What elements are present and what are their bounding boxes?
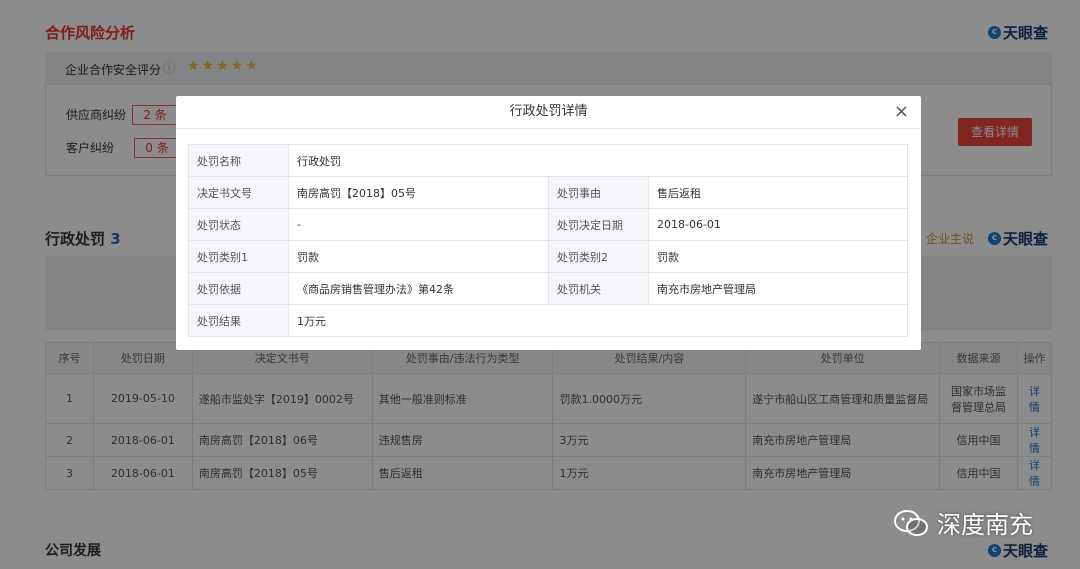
- detail-key: 处罚类别2: [548, 240, 649, 273]
- detail-value: 1万元: [288, 304, 908, 337]
- detail-key: 处罚决定日期: [548, 208, 649, 241]
- detail-value: 售后返租: [648, 176, 908, 209]
- detail-key: 处罚名称: [188, 144, 289, 177]
- detail-key: 处罚结果: [188, 304, 289, 337]
- detail-key: 处罚机关: [548, 272, 649, 305]
- detail-value: 罚款: [648, 240, 908, 273]
- modal-title: 行政处罚详情: [509, 104, 588, 119]
- detail-table: 处罚名称 行政处罚 决定书文号 南房高罚【2018】05号 处罚事由 售后返租 处罚状态…: [188, 144, 908, 337]
- close-icon[interactable]: ×: [894, 96, 909, 128]
- detail-value: 2018-06-01: [648, 208, 908, 241]
- detail-key: 处罚事由: [548, 176, 649, 209]
- modal-header: 行政处罚详情 ×: [176, 96, 921, 129]
- detail-value: -: [288, 208, 549, 241]
- detail-value: 南充市房地产管理局: [648, 272, 908, 305]
- detail-key: 决定书文号: [188, 176, 289, 209]
- detail-value: 《商品房销售管理办法》第42条: [288, 272, 549, 305]
- watermark-text: 深度南充: [937, 511, 1033, 539]
- detail-key: 处罚状态: [188, 208, 289, 241]
- detail-key: 处罚类别1: [188, 240, 289, 273]
- detail-value: 罚款: [288, 240, 549, 273]
- detail-value: 南房高罚【2018】05号: [288, 176, 549, 209]
- watermark: 深度南充: [893, 505, 1033, 540]
- detail-key: 处罚依据: [188, 272, 289, 305]
- wechat-icon: [894, 509, 928, 536]
- penalty-detail-modal: 行政处罚详情 × 处罚名称 行政处罚 决定书文号 南房高罚【2018】05号 处罚事由…: [176, 96, 921, 350]
- detail-value: 行政处罚: [288, 144, 908, 177]
